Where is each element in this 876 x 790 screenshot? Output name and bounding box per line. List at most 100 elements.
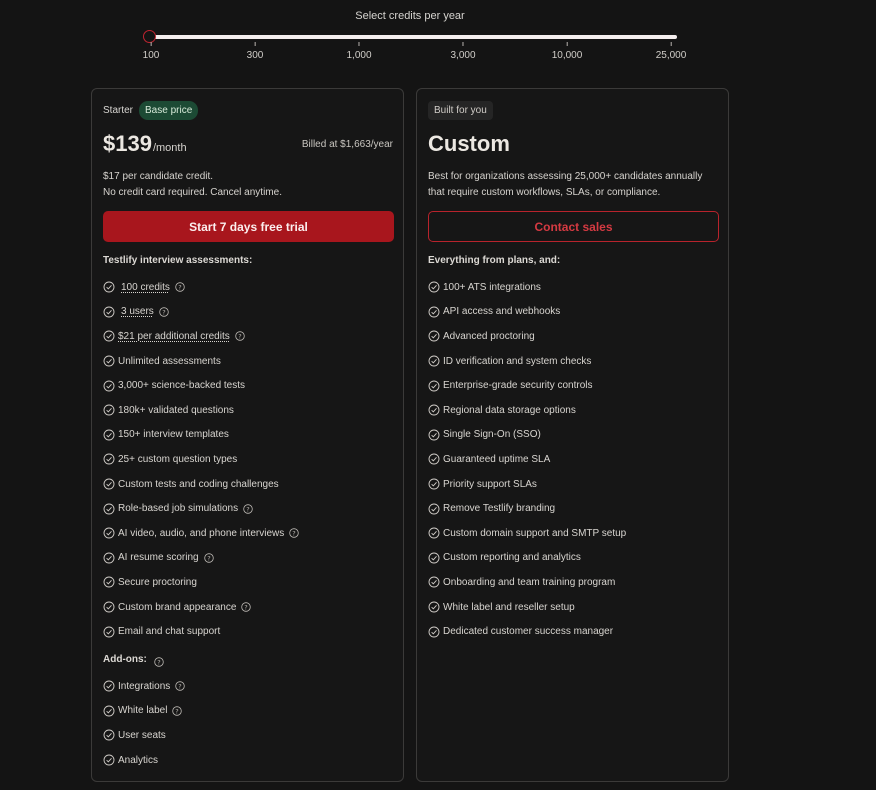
feature-item: Enterprise-grade security controls	[428, 373, 626, 398]
feature-label: Custom brand appearance	[118, 601, 237, 613]
feature-label: $21 per additional credits	[118, 330, 230, 342]
desc-line: $17 per candidate credit.	[103, 171, 214, 182]
feature-item: Priority support SLAs	[428, 472, 626, 497]
feature-label: API access and webhooks	[443, 306, 561, 318]
check-circle-icon	[428, 478, 440, 490]
help-icon[interactable]: ?	[289, 528, 299, 538]
slider-tick[interactable]: 3,000	[450, 42, 476, 61]
check-circle-icon	[103, 680, 115, 692]
help-icon[interactable]: ?	[175, 282, 185, 292]
feature-label: Advanced proctoring	[443, 330, 535, 342]
check-circle-icon	[103, 527, 115, 539]
feature-item: User seats	[103, 723, 185, 748]
check-circle-icon	[428, 355, 440, 367]
feature-item: API access and webhooks	[428, 300, 626, 325]
feature-label: Single Sign-On (SSO)	[443, 429, 541, 441]
tick-mark	[254, 42, 256, 46]
feature-label: Unlimited assessments	[118, 355, 221, 367]
check-circle-icon	[103, 404, 115, 416]
feature-item: Role-based job simulations?	[103, 496, 299, 521]
slider-tick[interactable]: 25,000	[656, 42, 686, 61]
feature-item: Integrations?	[103, 674, 185, 699]
help-icon[interactable]: ?	[154, 657, 164, 667]
svg-text:?: ?	[162, 308, 165, 316]
features-title: Everything from plans, and:	[428, 255, 561, 266]
feature-label: Custom domain support and SMTP setup	[443, 527, 627, 539]
check-circle-icon	[103, 429, 115, 441]
custom-plan-card: Built for you Custom Best for organizati…	[416, 88, 729, 782]
feature-label: Enterprise-grade security controls	[443, 380, 593, 392]
check-circle-icon	[428, 601, 440, 613]
svg-text:?: ?	[179, 683, 182, 691]
feature-label: Dedicated customer success manager	[443, 626, 614, 638]
custom-feature-list: 100+ ATS integrations API access and webh…	[428, 275, 626, 644]
feature-item: 180k+ validated questions	[103, 398, 299, 423]
feature-label: Analytics	[118, 754, 159, 766]
check-circle-icon	[428, 527, 440, 539]
help-icon[interactable]: ?	[149, 654, 164, 672]
feature-item: Remove Testlify branding	[428, 496, 626, 521]
starter-plan-card: Starter Base price $139 /month Billed at…	[91, 88, 404, 782]
feature-label: AI resume scoring	[118, 552, 199, 564]
check-circle-icon	[103, 626, 115, 638]
feature-item: Custom reporting and analytics	[428, 546, 626, 571]
feature-label: AI video, audio, and phone interviews	[118, 527, 285, 539]
billed-annually: Billed at $1,663/year	[301, 139, 393, 150]
feature-item: Custom tests and coding challenges	[103, 472, 299, 497]
check-circle-icon	[428, 306, 440, 318]
slider-tick[interactable]: 10,000	[552, 42, 582, 61]
slider-ticks: 100 300 1,000 3,000 10,000 25,000	[0, 42, 876, 68]
slider-track[interactable]	[151, 35, 677, 39]
feature-item: Single Sign-On (SSO)	[428, 423, 626, 448]
tick-mark	[462, 42, 464, 46]
check-circle-icon	[103, 576, 115, 588]
slider-title: Select credits per year	[355, 10, 465, 22]
help-icon[interactable]: ?	[172, 706, 183, 716]
help-icon[interactable]: ?	[175, 681, 185, 691]
check-circle-icon	[103, 730, 115, 741]
feature-item: 100 credits?	[103, 275, 299, 300]
check-circle-icon	[103, 552, 115, 564]
base-price-badge: Base price	[139, 101, 199, 120]
feature-item: Custom domain support and SMTP setup	[428, 521, 626, 546]
help-icon[interactable]: ?	[159, 307, 169, 317]
slider-tick[interactable]: 100	[142, 42, 160, 61]
feature-label: Integrations	[118, 680, 171, 692]
start-trial-button[interactable]: Start 7 days free trial	[103, 211, 394, 242]
tick-label: 100	[142, 50, 160, 61]
help-icon[interactable]: ?	[203, 553, 214, 563]
feature-label: 100 credits	[121, 281, 170, 293]
help-icon[interactable]: ?	[235, 331, 245, 342]
feature-item: $21 per additional credits?	[103, 324, 299, 349]
check-circle-icon	[428, 576, 440, 588]
contact-sales-button[interactable]: Contact sales	[428, 211, 719, 242]
help-icon[interactable]: ?	[241, 602, 252, 612]
feature-label: Custom reporting and analytics	[443, 552, 581, 564]
feature-item: Guaranteed uptime SLA	[428, 447, 626, 472]
feature-item: 25+ custom question types	[103, 447, 299, 472]
check-circle-icon	[428, 380, 440, 392]
tick-label: 3,000	[450, 50, 476, 61]
feature-item: 3 users?	[103, 300, 299, 325]
feature-item: Advanced proctoring	[428, 324, 626, 349]
svg-text:?: ?	[246, 505, 249, 513]
tick-label: 1,000	[346, 50, 372, 61]
help-icon[interactable]: ?	[243, 503, 253, 514]
feature-label: White label	[118, 705, 168, 717]
starter-header: Starter Base price	[103, 101, 199, 120]
check-circle-icon	[103, 306, 115, 318]
svg-text:?: ?	[178, 284, 181, 292]
feature-item: Dedicated customer success manager	[428, 619, 626, 644]
feature-label: 180k+ validated questions	[118, 404, 234, 416]
slider-tick[interactable]: 1,000	[346, 42, 372, 61]
starter-description: $17 per candidate credit. No credit card…	[103, 169, 395, 201]
starter-feature-list: 100 credits? 3 users? $21 per additional c…	[103, 275, 299, 644]
tick-mark	[566, 42, 568, 46]
check-circle-icon	[428, 281, 440, 293]
slider-tick[interactable]: 300	[247, 42, 263, 61]
check-circle-icon	[103, 601, 115, 613]
feature-label: Regional data storage options	[443, 404, 576, 416]
feature-item: Unlimited assessments	[103, 349, 299, 374]
feature-item: Regional data storage options	[428, 398, 626, 423]
feature-label: White label and reseller setup	[443, 601, 575, 613]
